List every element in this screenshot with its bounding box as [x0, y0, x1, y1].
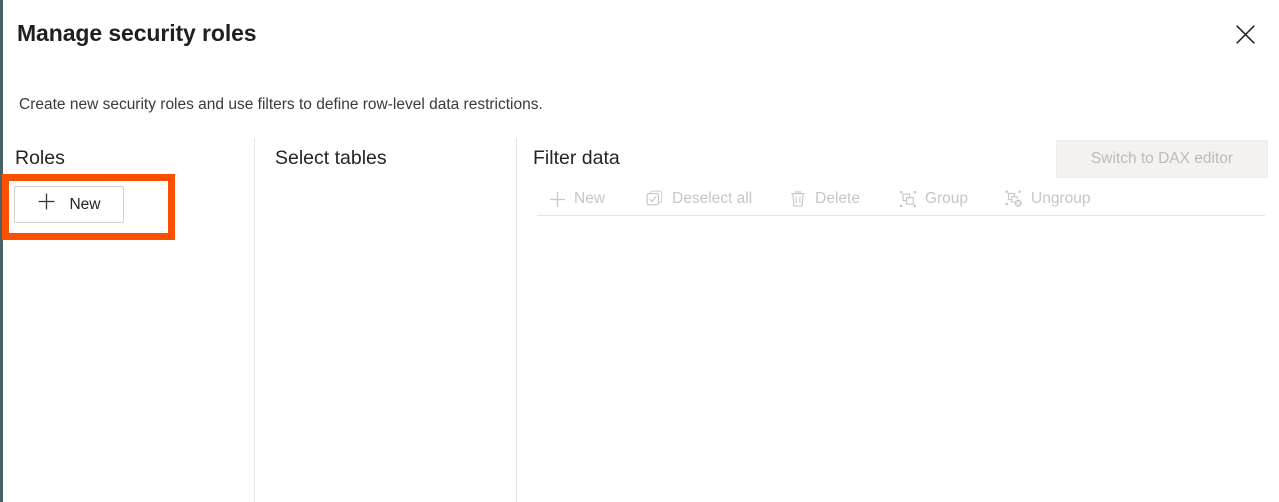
trash-icon — [788, 189, 808, 209]
ungroup-icon — [1004, 189, 1024, 209]
page-title: Manage security roles — [17, 20, 257, 46]
column-divider — [516, 138, 517, 502]
plus-icon — [547, 189, 567, 209]
toolbar-divider — [537, 215, 1265, 216]
delete-button[interactable]: Delete — [780, 184, 868, 214]
switch-to-dax-editor-button[interactable]: Switch to DAX editor — [1056, 140, 1268, 178]
ungroup-label: Ungroup — [1031, 190, 1091, 207]
close-icon — [1235, 24, 1255, 44]
filter-data-column-heading: Filter data — [533, 147, 620, 169]
new-role-button-label: New — [69, 195, 101, 213]
ungroup-button[interactable]: Ungroup — [996, 184, 1098, 214]
filter-new-button[interactable]: New — [541, 184, 613, 214]
new-role-button[interactable]: New — [14, 186, 124, 223]
left-accent-rail — [0, 0, 3, 502]
group-icon — [898, 189, 918, 209]
select-tables-column-heading: Select tables — [275, 147, 387, 169]
roles-column-heading: Roles — [15, 147, 65, 169]
group-button[interactable]: Group — [890, 184, 976, 214]
group-label: Group — [924, 190, 969, 207]
column-divider — [254, 138, 255, 502]
plus-icon — [37, 192, 56, 215]
page-subtitle: Create new security roles and use filter… — [19, 96, 543, 113]
delete-label: Delete — [815, 190, 860, 207]
deselect-all-icon — [645, 189, 665, 209]
deselect-all-button[interactable]: Deselect all — [637, 184, 760, 214]
filter-new-label: New — [574, 190, 606, 207]
switch-to-dax-editor-label: Switch to DAX editor — [1090, 150, 1234, 167]
filter-data-toolbar: New Deselect all Delete Group Ungroup — [541, 184, 1099, 214]
deselect-all-label: Deselect all — [672, 190, 753, 207]
close-button[interactable] — [1225, 14, 1265, 54]
